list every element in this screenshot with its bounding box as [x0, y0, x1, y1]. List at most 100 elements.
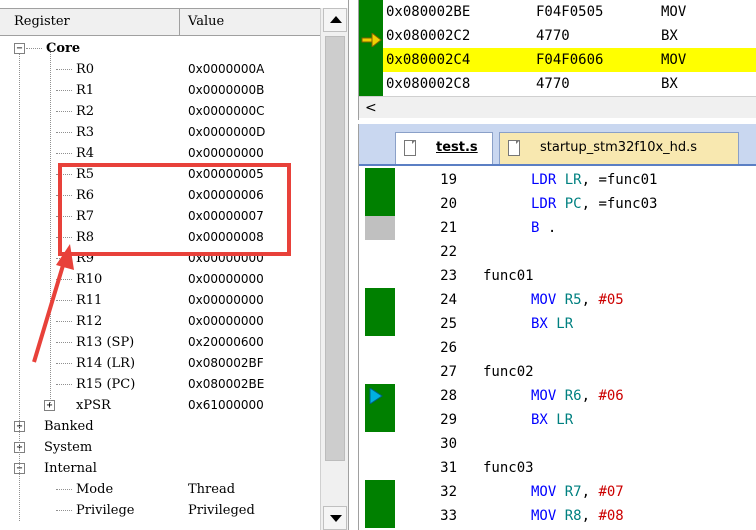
column-separator[interactable] [179, 9, 180, 35]
collapse-toggle-core[interactable]: − [14, 43, 25, 54]
disassembly-window: 0x080002BE F04F0505 MOV 0x080002C2 4770 BX 0x0… [358, 0, 756, 120]
source-line[interactable]: 24 MOV R5, #05 [395, 288, 756, 312]
current-instruction-arrow-icon [361, 33, 382, 47]
editor-body[interactable]: 19 LDR LR, =func01 20 LDR PC, =func03 21 B .2… [359, 168, 756, 530]
register-row[interactable]: R2 0x0000000C [0, 101, 320, 122]
register-value[interactable]: 0x61000000 [188, 395, 264, 416]
tree-row-group[interactable]: + Banked [0, 416, 320, 437]
disassembly-row[interactable]: 0x080002C2 4770 BX [383, 24, 756, 48]
source-line[interactable]: 21 B . [395, 216, 756, 240]
disassembly-executed-gutter [359, 0, 383, 96]
register-row[interactable]: R4 0x00000000 [0, 143, 320, 164]
scroll-thumb[interactable] [325, 36, 345, 461]
register-token: PC [564, 196, 582, 212]
source-line[interactable]: 30 [395, 432, 756, 456]
register-value[interactable]: 0x00000000 [188, 290, 264, 311]
line-number: 33 [440, 508, 457, 524]
register-value[interactable]: 0x00000000 [188, 311, 264, 332]
line-number: 20 [440, 196, 457, 212]
source-line[interactable]: 20 LDR PC, =func03 [395, 192, 756, 216]
instruction-address: 0x080002BE [386, 4, 471, 20]
tree-row-group[interactable]: − Internal [0, 458, 320, 479]
source-line[interactable]: 28 MOV R6, #06 [395, 384, 756, 408]
scroll-left-button[interactable]: < [365, 100, 377, 116]
executed-line-marker [365, 192, 395, 216]
register-row[interactable]: R1 0x0000000B [0, 80, 320, 101]
source-code: func01 [483, 264, 534, 288]
source-line[interactable]: 29 BX LR [395, 408, 756, 432]
source-code: B . [531, 216, 556, 240]
tree-label-core: Core [46, 41, 81, 56]
source-line[interactable]: 31 func03 [395, 456, 756, 480]
column-header-register[interactable]: Register [14, 9, 70, 35]
register-row[interactable]: R0 0x0000000A [0, 59, 320, 80]
register-row[interactable]: Mode Thread [0, 479, 320, 500]
tree-row-core[interactable]: − Core [0, 38, 320, 59]
line-number: 30 [440, 436, 457, 452]
source-code: LDR LR, =func01 [531, 168, 657, 192]
register-row[interactable]: R12 0x00000000 [0, 311, 320, 332]
instruction-address: 0x080002C8 [386, 76, 471, 92]
executed-line-marker [365, 504, 395, 528]
register-value[interactable]: 0x0000000D [188, 122, 265, 143]
instruction-keyword: LDR [531, 172, 557, 188]
register-row[interactable]: R15 (PC) 0x080002BE [0, 374, 320, 395]
source-line[interactable]: 23 func01 [395, 264, 756, 288]
tab-label: startup_stm32f10x_hd.s [540, 140, 698, 155]
register-value[interactable]: 0x0000000C [188, 101, 265, 122]
disassembly-row[interactable]: 0x080002BE F04F0505 MOV [383, 0, 756, 24]
register-value[interactable]: 0x0000000B [188, 80, 264, 101]
scroll-down-button[interactable] [323, 506, 347, 530]
disassembly-row[interactable]: 0x080002C8 4770 BX [383, 72, 756, 96]
document-icon [508, 140, 520, 156]
register-row[interactable]: R11 0x00000000 [0, 290, 320, 311]
register-row[interactable]: R13 (SP) 0x20000600 [0, 332, 320, 353]
instruction-keyword: MOV [531, 388, 557, 404]
register-value[interactable]: Thread [188, 479, 235, 500]
scroll-up-button[interactable] [323, 8, 347, 32]
tab-label: test.s [436, 140, 478, 155]
register-value[interactable]: 0x00000000 [188, 269, 264, 290]
tab-startup-stm32f10x-hd-s[interactable]: startup_stm32f10x_hd.s [499, 132, 739, 164]
register-row[interactable]: R3 0x0000000D [0, 122, 320, 143]
register-name: R12 [76, 314, 103, 329]
source-line[interactable]: 32 MOV R7, #07 [395, 480, 756, 504]
line-number: 26 [440, 340, 457, 356]
register-value[interactable]: 0x080002BF [188, 353, 264, 374]
source-line[interactable]: 22 [395, 240, 756, 264]
register-token: R8 [564, 508, 582, 524]
register-value[interactable]: Privileged [188, 500, 255, 521]
tab-test-s[interactable]: test.s [395, 132, 493, 164]
code-token: , [581, 292, 599, 308]
source-line[interactable]: 33 MOV R8, #08 [395, 504, 756, 528]
column-header-value[interactable]: Value [188, 9, 224, 35]
register-name: R11 [76, 293, 103, 308]
register-value[interactable]: 0x20000600 [188, 332, 264, 353]
line-number: 21 [440, 220, 457, 236]
line-number: 25 [440, 316, 457, 332]
registers-vertical-scrollbar[interactable] [320, 8, 348, 530]
register-row[interactable]: R10 0x00000000 [0, 269, 320, 290]
tree-connector [56, 321, 72, 322]
disassembly-horizontal-scrollbar[interactable]: < [359, 96, 756, 118]
line-number: 28 [440, 388, 457, 404]
register-value[interactable]: 0x080002BE [188, 374, 264, 395]
source-line[interactable]: 25 BX LR [395, 312, 756, 336]
disassembly-row-current[interactable]: 0x080002C4 F04F0606 MOV [383, 48, 756, 72]
editor-gutter[interactable] [359, 168, 395, 530]
line-number: 31 [440, 460, 457, 476]
executed-line-marker [365, 480, 395, 504]
source-line[interactable]: 19 LDR LR, =func01 [395, 168, 756, 192]
source-line[interactable]: 27 func02 [395, 360, 756, 384]
tree-row-group[interactable]: + System [0, 437, 320, 458]
register-value[interactable]: 0x00000000 [188, 143, 264, 164]
register-row-xpsr[interactable]: + xPSR 0x61000000 [0, 395, 320, 416]
code-token: func01 [483, 268, 534, 284]
executed-line-marker [365, 168, 395, 192]
tree-connector [56, 342, 72, 343]
source-line[interactable]: 26 [395, 336, 756, 360]
register-value[interactable]: 0x0000000A [188, 59, 264, 80]
register-row[interactable]: Privilege Privileged [0, 500, 320, 521]
register-name: R10 [76, 272, 103, 287]
register-row[interactable]: R14 (LR) 0x080002BF [0, 353, 320, 374]
